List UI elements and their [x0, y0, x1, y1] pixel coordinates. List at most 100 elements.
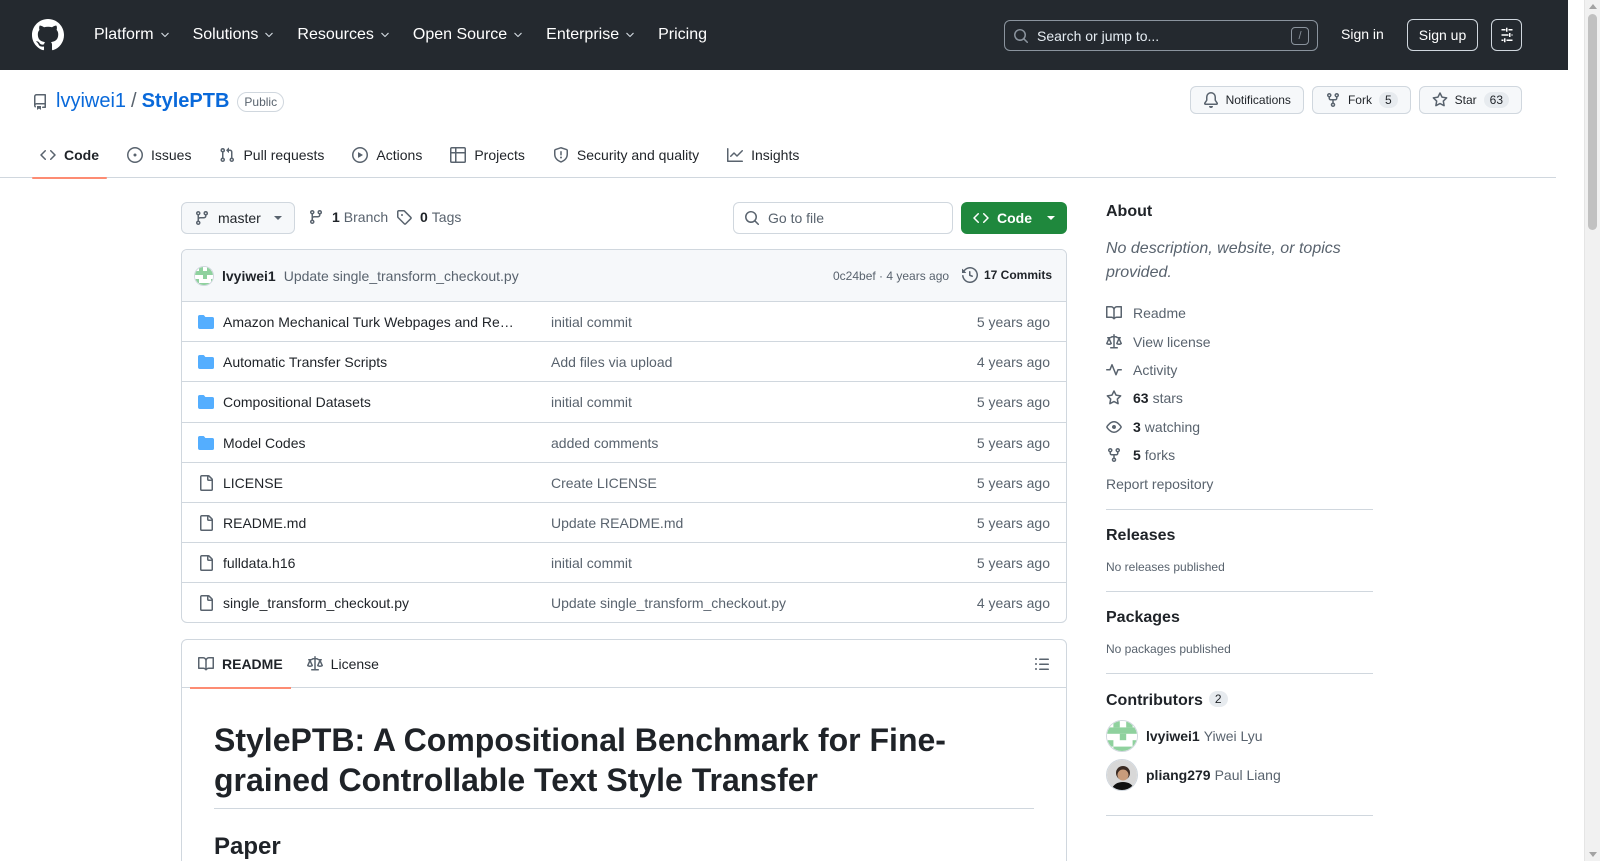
file-name-link[interactable]: Automatic Transfer Scripts — [223, 354, 519, 370]
file-commit-message-link[interactable]: initial commit — [551, 555, 632, 571]
file-commit-message-link[interactable]: Update README.md — [551, 515, 683, 531]
commit-sha-time[interactable]: 0c24bef · 4 years ago — [833, 269, 949, 283]
readme-link[interactable]: Readme — [1106, 299, 1373, 327]
shield-icon — [553, 147, 569, 163]
file-name-link[interactable]: README.md — [223, 515, 519, 531]
star-button[interactable]: Star 63 — [1418, 86, 1522, 114]
star-icon — [1432, 92, 1448, 108]
watchers-link[interactable]: 3 watching — [1106, 413, 1373, 441]
file-commit-message-link[interactable]: Update single_transform_checkout.py — [551, 595, 786, 611]
tab-readme[interactable]: README — [190, 640, 291, 689]
table-row[interactable]: LICENSE Create LICENSE 5 years ago — [182, 463, 1066, 503]
global-header: Platform Solutions Resources Open Source… — [0, 0, 1568, 70]
nav-solutions[interactable]: Solutions — [185, 26, 284, 44]
list-unordered-icon[interactable] — [1034, 656, 1050, 672]
tab-insights[interactable]: Insights — [719, 132, 807, 178]
sign-up-button[interactable]: Sign up — [1407, 19, 1478, 51]
tab-code[interactable]: Code — [32, 132, 107, 179]
packages-heading[interactable]: Packages — [1106, 609, 1373, 627]
chevron-down-icon — [379, 29, 391, 41]
repo-name-link[interactable]: StylePTB — [142, 90, 230, 113]
nav-resources[interactable]: Resources — [289, 26, 398, 44]
go-to-file-input[interactable]: Go to file — [733, 202, 953, 234]
file-name-link[interactable]: single_transform_checkout.py — [223, 595, 519, 611]
avatar[interactable] — [1106, 719, 1138, 752]
releases-heading[interactable]: Releases — [1106, 527, 1373, 545]
table-row[interactable]: Automatic Transfer Scripts Add files via … — [182, 342, 1066, 383]
nav-open-source[interactable]: Open Source — [405, 26, 532, 44]
scroll-down-arrow-icon[interactable] — [1589, 852, 1597, 857]
file-commit-message-link[interactable]: Create LICENSE — [551, 475, 657, 491]
activity-link[interactable]: Activity — [1106, 356, 1373, 384]
file-commit-message-link[interactable]: Add files via upload — [551, 354, 672, 370]
tab-pull-requests[interactable]: Pull requests — [211, 132, 332, 178]
sign-in-link[interactable]: Sign in — [1341, 26, 1384, 42]
readme-heading-paper: Paper — [214, 833, 281, 860]
file-icon — [198, 555, 214, 572]
commit-message-link[interactable]: Update single_transform_checkout.py — [284, 268, 519, 284]
releases-empty-text: No releases published — [1106, 559, 1225, 574]
table-row[interactable]: fulldata.h16 initial commit 5 years ago — [182, 543, 1066, 584]
tab-license[interactable]: License — [299, 640, 387, 688]
tab-actions[interactable]: Actions — [344, 132, 430, 178]
file-name-link[interactable]: Model Codes — [223, 435, 519, 451]
page-scrollbar[interactable] — [1584, 0, 1600, 861]
fork-button[interactable]: Fork 5 — [1311, 86, 1411, 114]
nav-enterprise[interactable]: Enterprise — [538, 26, 644, 44]
sliders-menu-button[interactable] — [1491, 19, 1522, 51]
contributor-item[interactable]: lvyiwei1 Yiwei Lyu — [1106, 719, 1373, 752]
tags-link[interactable]: 0 Tags — [396, 209, 461, 225]
readme-tabs: README License — [182, 640, 1066, 689]
file-commit-message-link[interactable]: added comments — [551, 435, 658, 451]
tag-count: 0 — [420, 209, 428, 225]
nav-pricing[interactable]: Pricing — [650, 26, 715, 44]
scrollbar-thumb[interactable] — [1588, 14, 1597, 230]
forks-link[interactable]: 5 forks — [1106, 441, 1373, 469]
commits-history-link[interactable]: 17 Commits — [962, 267, 1052, 283]
readme-link-label: Readme — [1133, 305, 1186, 322]
tab-security[interactable]: Security and quality — [545, 132, 707, 178]
scroll-up-arrow-icon[interactable] — [1589, 4, 1597, 9]
table-row[interactable]: README.md Update README.md 5 years ago — [182, 503, 1066, 544]
readme-content: StylePTB: A Compositional Benchmark for … — [182, 688, 1066, 861]
history-icon — [962, 267, 978, 283]
nav-label: Open Source — [412, 26, 508, 43]
tab-projects[interactable]: Projects — [442, 132, 533, 178]
repo-owner-link[interactable]: lvyiwei1 — [56, 90, 126, 113]
chevron-down-icon — [512, 29, 524, 41]
file-name-link[interactable]: Amazon Mechanical Turk Webpages and Res… — [223, 314, 519, 330]
branch-selector[interactable]: master — [181, 202, 295, 234]
file-name-link[interactable]: Compositional Datasets — [223, 394, 519, 410]
global-search-input[interactable]: Search or jump to... / — [1004, 20, 1318, 51]
file-rows: Amazon Mechanical Turk Webpages and Res…… — [182, 302, 1066, 622]
table-row[interactable]: Compositional Datasets initial commit 5 ye… — [182, 382, 1066, 423]
file-name-link[interactable]: fulldata.h16 — [223, 555, 519, 571]
license-link[interactable]: View license — [1106, 327, 1373, 355]
fork-label: Fork — [1347, 93, 1372, 107]
contributor-item[interactable]: pliang279 Paul Liang — [1106, 758, 1373, 791]
nav-platform[interactable]: Platform — [86, 26, 179, 44]
avatar[interactable] — [194, 265, 214, 286]
branches-link[interactable]: 1 Branch — [308, 209, 388, 225]
file-name-link[interactable]: LICENSE — [223, 475, 519, 491]
code-dropdown-button[interactable]: Code — [961, 202, 1067, 234]
file-commit-message-link[interactable]: initial commit — [551, 394, 632, 410]
table-row[interactable]: Model Codes added comments 5 years ago — [182, 423, 1066, 463]
table-row[interactable]: single_transform_checkout.py Update singl… — [182, 583, 1066, 622]
stars-link[interactable]: 63 stars — [1106, 384, 1373, 412]
notifications-button[interactable]: Notifications — [1189, 86, 1304, 114]
avatar[interactable] — [1106, 758, 1138, 791]
file-commit-message-link[interactable]: initial commit — [551, 314, 632, 330]
file-icon — [198, 474, 214, 491]
table-row[interactable]: Amazon Mechanical Turk Webpages and Res…… — [182, 302, 1066, 343]
pulse-icon — [1106, 362, 1122, 378]
github-logo-icon[interactable] — [32, 19, 64, 51]
stars-count: 63 — [1133, 390, 1149, 407]
contributors-heading[interactable]: Contributors 2 — [1106, 690, 1373, 710]
commit-author-link[interactable]: lvyiwei1 — [222, 268, 276, 284]
notifications-label: Notifications — [1225, 93, 1291, 107]
search-placeholder: Search or jump to... — [1037, 27, 1160, 44]
tab-issues[interactable]: Issues — [119, 132, 199, 178]
file-commit-date: 5 years ago — [976, 474, 1050, 491]
report-repository-link[interactable]: Report repository — [1106, 469, 1373, 497]
